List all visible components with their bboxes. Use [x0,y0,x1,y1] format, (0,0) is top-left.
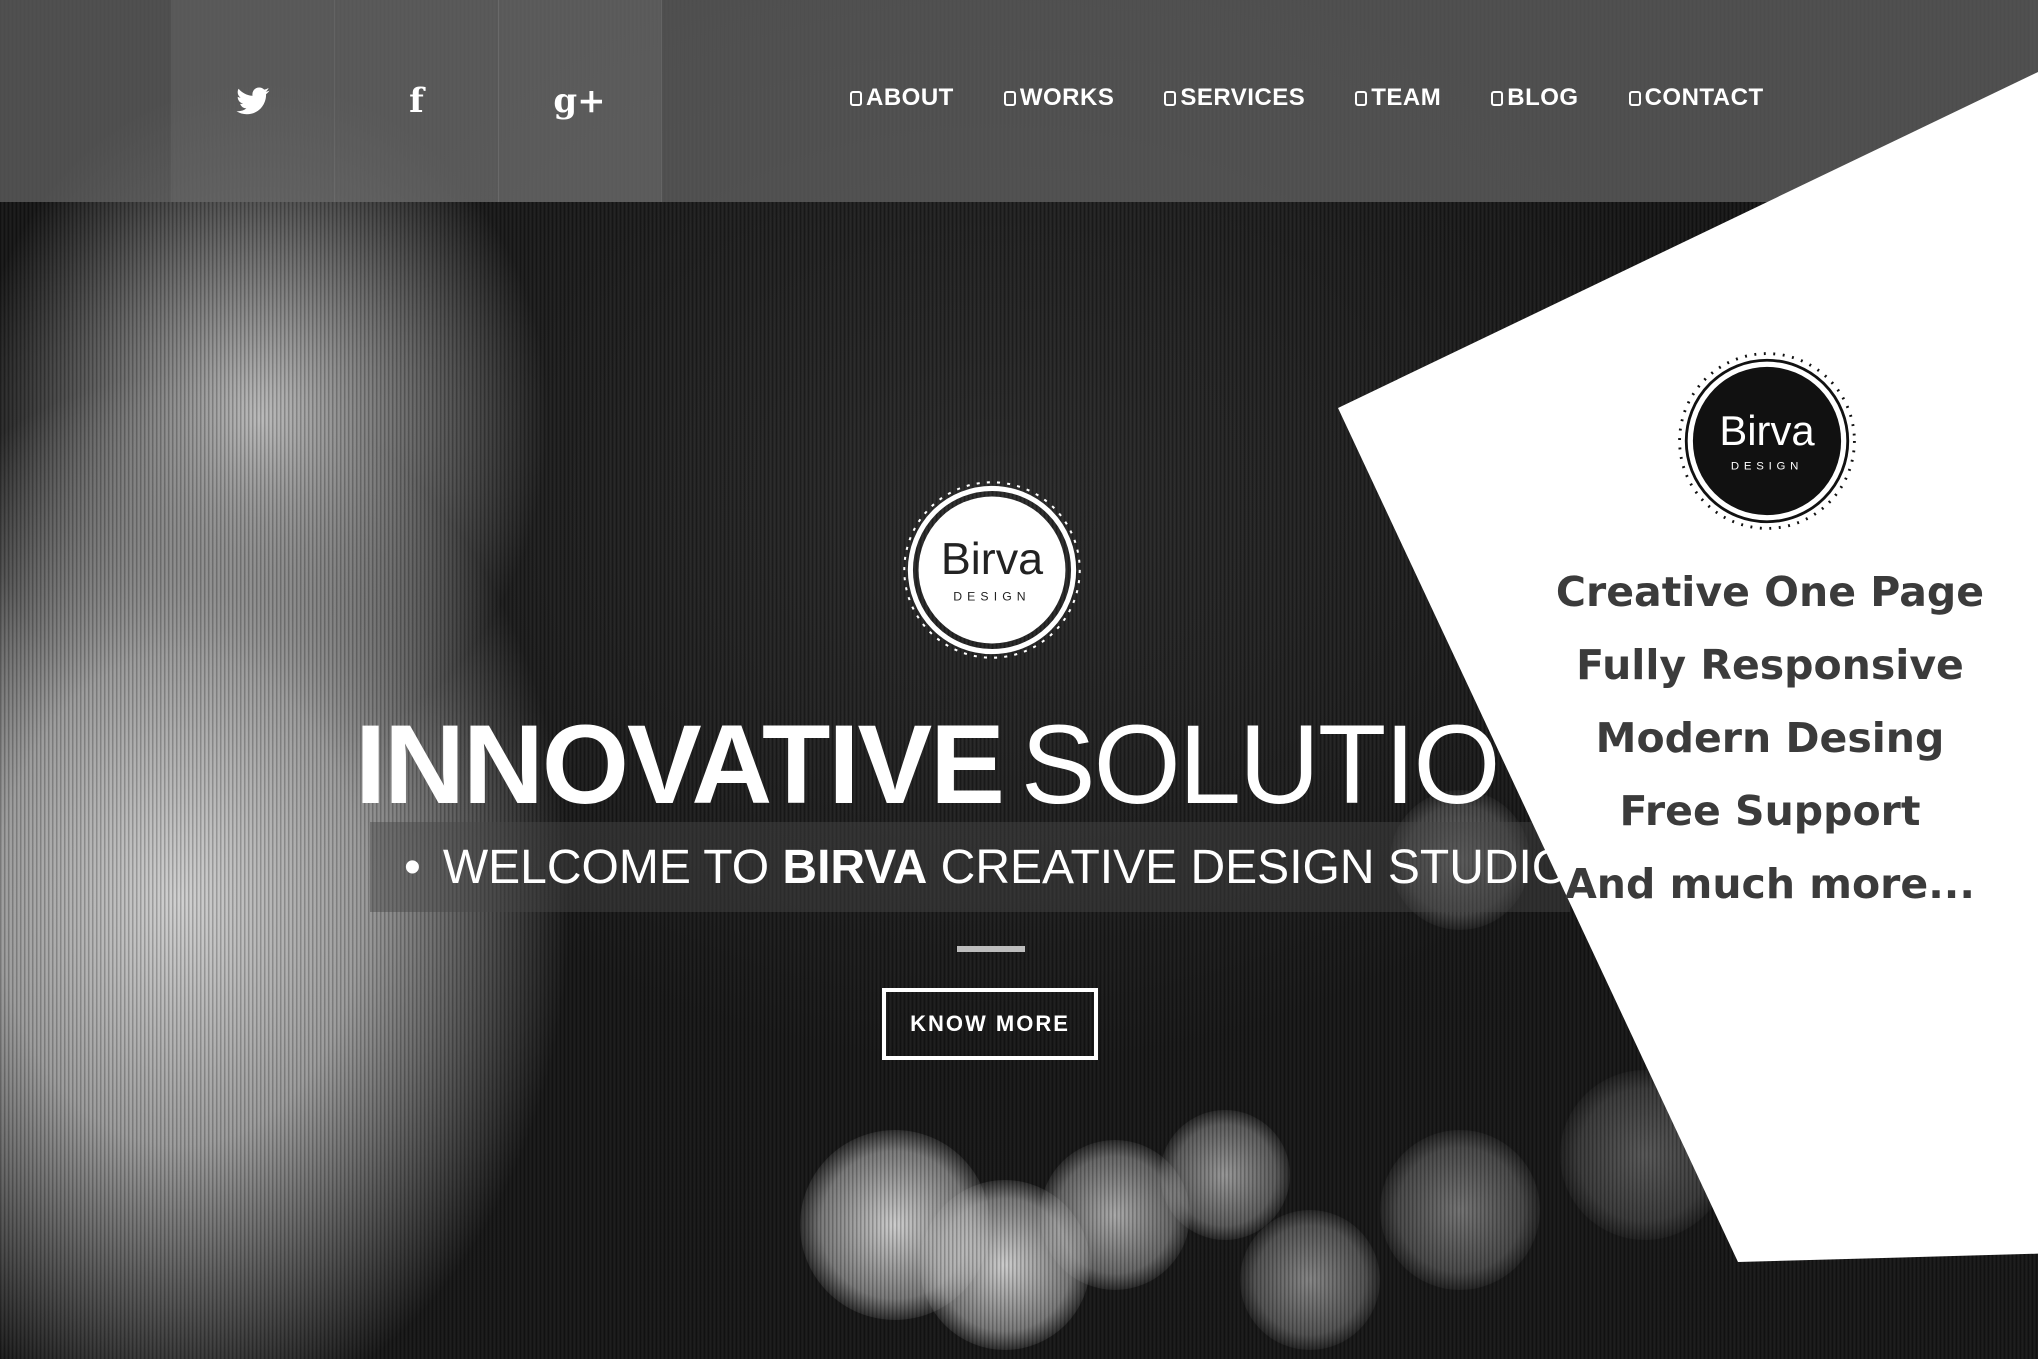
main-menu: ABOUT WORKS SERVICES TEAM BLOG CONTACT [850,78,1764,118]
nav-item-works[interactable]: WORKS [1003,84,1115,112]
feature-item: Creative One Page [1555,568,1985,616]
logo-wordmark: Birva [941,533,1043,584]
hero-divider [957,946,1025,952]
feature-item: Free Support [1619,787,1921,835]
tagline-suffix: CREATIVE DESIGN STUDIO [927,841,1570,894]
square-bullet-icon [1164,90,1177,106]
feature-item: And much more... [1565,860,1975,908]
birva-hero-logo: Birva DESIGN [903,481,1081,659]
tagline-brand: BIRVA [782,841,928,894]
logo-wordmark: Birva [1719,407,1815,454]
bullet-icon: • [404,841,421,894]
feature-list: Creative One Page Fully Responsive Moder… [1500,556,2038,921]
facebook-link[interactable]: f [335,0,499,202]
nav-item-blog[interactable]: BLOG [1491,84,1578,112]
know-more-button[interactable]: KNOW MORE [882,988,1098,1060]
google-plus-link[interactable]: g+ [498,0,662,202]
top-navigation-bar: f g+ ABOUT WORKS SERVICES TEAM BLOG CONT… [0,0,2038,202]
square-bullet-icon [850,90,862,106]
landing-page: f g+ ABOUT WORKS SERVICES TEAM BLOG CONT… [0,0,2038,1359]
feature-item: Modern Desing [1595,714,1945,762]
hero-tagline: • WELCOME TO BIRVA CREATIVE DESIGN STUDIO [404,838,1569,898]
logo-subtitle: DESIGN [1731,461,1803,473]
google-plus-icon: g+ [553,81,606,121]
square-bullet-icon [1003,90,1016,106]
feature-item: Fully Responsive [1576,641,1964,689]
nav-item-label: TEAM [1371,84,1442,111]
nav-item-label: SERVICES [1180,84,1306,111]
square-bullet-icon [1355,90,1368,106]
nav-item-services[interactable]: SERVICES [1164,84,1305,112]
headline-bold: INNOVATIVE [355,702,1005,827]
tagline-prefix: WELCOME TO [442,841,783,894]
headline-light: SOLUTIO [1020,702,1501,827]
twitter-link[interactable] [171,0,335,202]
nav-item-contact[interactable]: CONTACT [1628,84,1764,112]
logo-subtitle: DESIGN [953,590,1031,604]
hero-headline: INNOVATIVE SOLUTIO [355,700,1555,830]
birva-card-logo: Birva DESIGN [1678,352,1856,530]
nav-item-label: WORKS [1019,84,1115,111]
nav-item-label: BLOG [1507,84,1579,111]
square-bullet-icon [1491,90,1504,106]
nav-item-about[interactable]: ABOUT [850,84,954,112]
facebook-icon: f [409,81,424,121]
nav-item-label: ABOUT [866,84,954,111]
nav-item-label: CONTACT [1644,84,1764,111]
twitter-icon [236,87,269,115]
nav-item-team[interactable]: TEAM [1355,84,1441,112]
square-bullet-icon [1628,90,1641,106]
